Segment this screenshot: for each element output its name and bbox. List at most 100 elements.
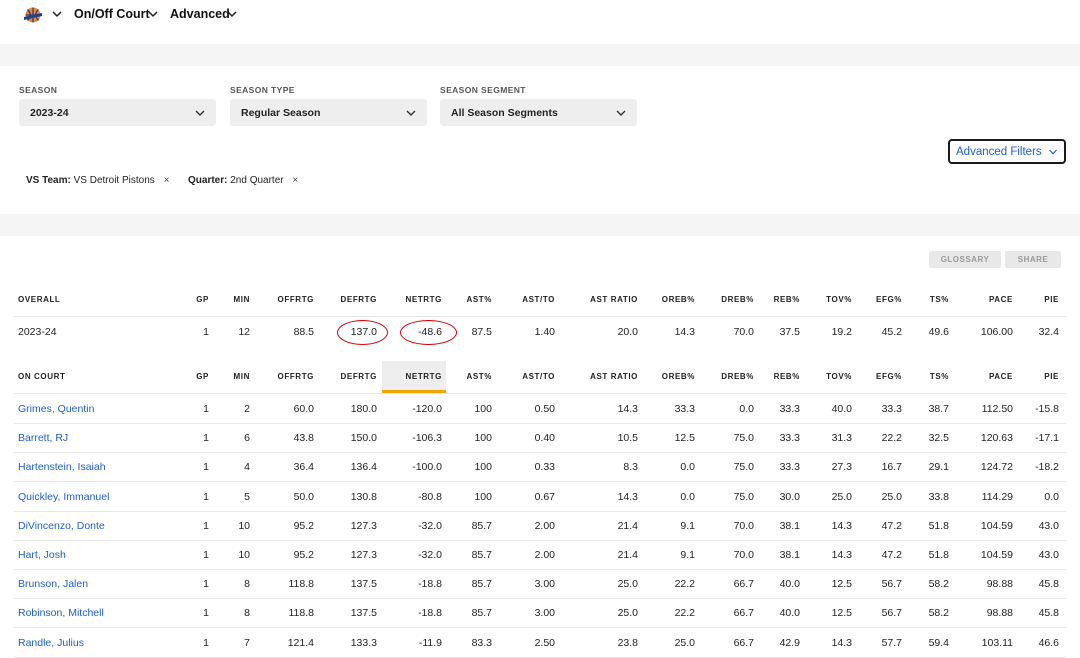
player-link[interactable]: Randle, Julius — [18, 637, 84, 649]
column-header-ast-to[interactable]: AST/TO — [522, 295, 555, 304]
season-segment-select[interactable]: All Season Segments — [440, 99, 637, 126]
column-header-pace[interactable]: PACE — [989, 372, 1013, 381]
table-cell: 14.3 — [617, 403, 638, 415]
column-header-on-court: ON COURT — [18, 372, 66, 381]
column-header-efg-[interactable]: EFG% — [876, 372, 902, 381]
player-link[interactable]: Hartenstein, Isaiah — [18, 461, 106, 473]
chevron-down-icon — [406, 110, 416, 116]
player-link[interactable]: Barrett, RJ — [18, 432, 68, 444]
season-segment-label: SEASON SEGMENT — [440, 85, 526, 95]
separator-band — [0, 44, 1080, 66]
column-header-reb-[interactable]: REB% — [774, 295, 800, 304]
table-cell: 1.40 — [534, 326, 555, 338]
table-cell: 66.7 — [733, 637, 754, 649]
table-cell: 60.0 — [293, 403, 314, 415]
table-cell: 58.2 — [928, 607, 949, 619]
table-cell: 4 — [244, 461, 250, 473]
table-cell: 37.5 — [779, 326, 800, 338]
mode-chevron-down-icon[interactable] — [226, 8, 238, 20]
player-link[interactable]: Grimes, Quentin — [18, 403, 94, 415]
table-cell: 7 — [244, 637, 250, 649]
column-header-ast-to[interactable]: AST/TO — [522, 372, 555, 381]
table-cell: 43.0 — [1038, 520, 1059, 532]
column-header-dreb-[interactable]: DREB% — [721, 372, 754, 381]
team-chevron-down-icon[interactable] — [51, 8, 63, 20]
table-cell: 150.0 — [350, 432, 377, 444]
column-header-pace[interactable]: PACE — [989, 295, 1013, 304]
table-cell: 46.6 — [1038, 637, 1059, 649]
table-cell: 87.5 — [471, 326, 492, 338]
column-header-tov-[interactable]: TOV% — [826, 372, 852, 381]
table-cell: 29.1 — [928, 461, 949, 473]
share-button[interactable]: SHARE — [1005, 251, 1061, 268]
player-link[interactable]: Hart, Josh — [18, 549, 66, 561]
knicks-logo-icon[interactable] — [23, 5, 43, 25]
table-cell: 124.72 — [980, 461, 1013, 473]
column-header-ast-ratio[interactable]: AST RATIO — [590, 295, 638, 304]
column-header-oreb-[interactable]: OREB% — [662, 295, 695, 304]
table-cell: 3.00 — [534, 607, 555, 619]
column-header-ast-[interactable]: AST% — [466, 295, 492, 304]
table-cell: 51.8 — [928, 549, 949, 561]
column-header-gp[interactable]: GP — [196, 295, 209, 304]
column-header-gp[interactable]: GP — [196, 372, 209, 381]
table-cell: 25.0 — [674, 637, 695, 649]
player-link[interactable]: Quickley, Immanuel — [18, 491, 109, 503]
column-header-netrtg[interactable]: NETRTG — [406, 372, 443, 381]
column-header-ast-ratio[interactable]: AST RATIO — [590, 372, 638, 381]
table-cell: 137.5 — [350, 578, 377, 590]
column-header-dreb-[interactable]: DREB% — [721, 295, 754, 304]
column-header-pie[interactable]: PIE — [1044, 295, 1059, 304]
table-cell: 100 — [474, 403, 492, 415]
column-header-netrtg[interactable]: NETRTG — [406, 295, 443, 304]
column-header-ts-[interactable]: TS% — [930, 295, 949, 304]
row-divider — [14, 423, 1066, 424]
column-header-ts-[interactable]: TS% — [930, 372, 949, 381]
column-header-reb-[interactable]: REB% — [774, 372, 800, 381]
advanced-filters-button[interactable]: Advanced Filters — [948, 139, 1066, 164]
table-cell: 85.7 — [471, 549, 492, 561]
column-header-oreb-[interactable]: OREB% — [662, 372, 695, 381]
table-cell: 33.3 — [779, 461, 800, 473]
player-link[interactable]: DiVincenzo, Donte — [18, 520, 105, 532]
column-header-min[interactable]: MIN — [234, 372, 250, 381]
table-cell: 100 — [474, 461, 492, 473]
table-cell: 75.0 — [733, 461, 754, 473]
column-header-pie[interactable]: PIE — [1044, 372, 1059, 381]
season-type-select[interactable]: Regular Season — [230, 99, 427, 126]
view-dropdown[interactable]: On/Off Court — [74, 7, 150, 21]
table-cell: 22.2 — [674, 578, 695, 590]
chip-key: Quarter: — [188, 175, 228, 186]
column-header-offrtg[interactable]: OFFRTG — [278, 372, 314, 381]
column-header-min[interactable]: MIN — [234, 295, 250, 304]
table-cell: 47.2 — [881, 549, 902, 561]
mode-dropdown[interactable]: Advanced — [170, 7, 230, 21]
table-cell: 51.8 — [928, 520, 949, 532]
table-cell: 57.7 — [881, 637, 902, 649]
table-cell: 1 — [203, 607, 209, 619]
column-header-ast-[interactable]: AST% — [466, 372, 492, 381]
close-icon[interactable]: × — [164, 175, 170, 186]
season-select[interactable]: 2023-24 — [19, 99, 216, 126]
season-type-value: Regular Season — [241, 107, 321, 119]
table-cell: 22.2 — [881, 432, 902, 444]
player-link[interactable]: Robinson, Mitchell — [18, 607, 104, 619]
view-chevron-down-icon[interactable] — [147, 8, 159, 20]
column-header-tov-[interactable]: TOV% — [826, 295, 852, 304]
column-header-offrtg[interactable]: OFFRTG — [278, 295, 314, 304]
chevron-down-icon — [195, 110, 205, 116]
column-header-defrtg[interactable]: DEFRTG — [341, 372, 378, 381]
column-header-efg-[interactable]: EFG% — [876, 295, 902, 304]
glossary-button[interactable]: GLOSSARY — [929, 251, 1001, 268]
table-cell: 56.7 — [881, 607, 902, 619]
table-cell: 136.4 — [350, 461, 377, 473]
table-cell: 121.4 — [287, 637, 314, 649]
table-cell: -17.1 — [1035, 432, 1059, 444]
table-cell: -11.9 — [418, 637, 442, 649]
player-link[interactable]: Brunson, Jalen — [18, 578, 88, 590]
table-cell: 70.0 — [733, 549, 754, 561]
table-cell: 14.3 — [617, 491, 638, 503]
column-header-defrtg[interactable]: DEFRTG — [341, 295, 378, 304]
table-cell: 98.88 — [986, 578, 1013, 590]
close-icon[interactable]: × — [292, 175, 298, 186]
